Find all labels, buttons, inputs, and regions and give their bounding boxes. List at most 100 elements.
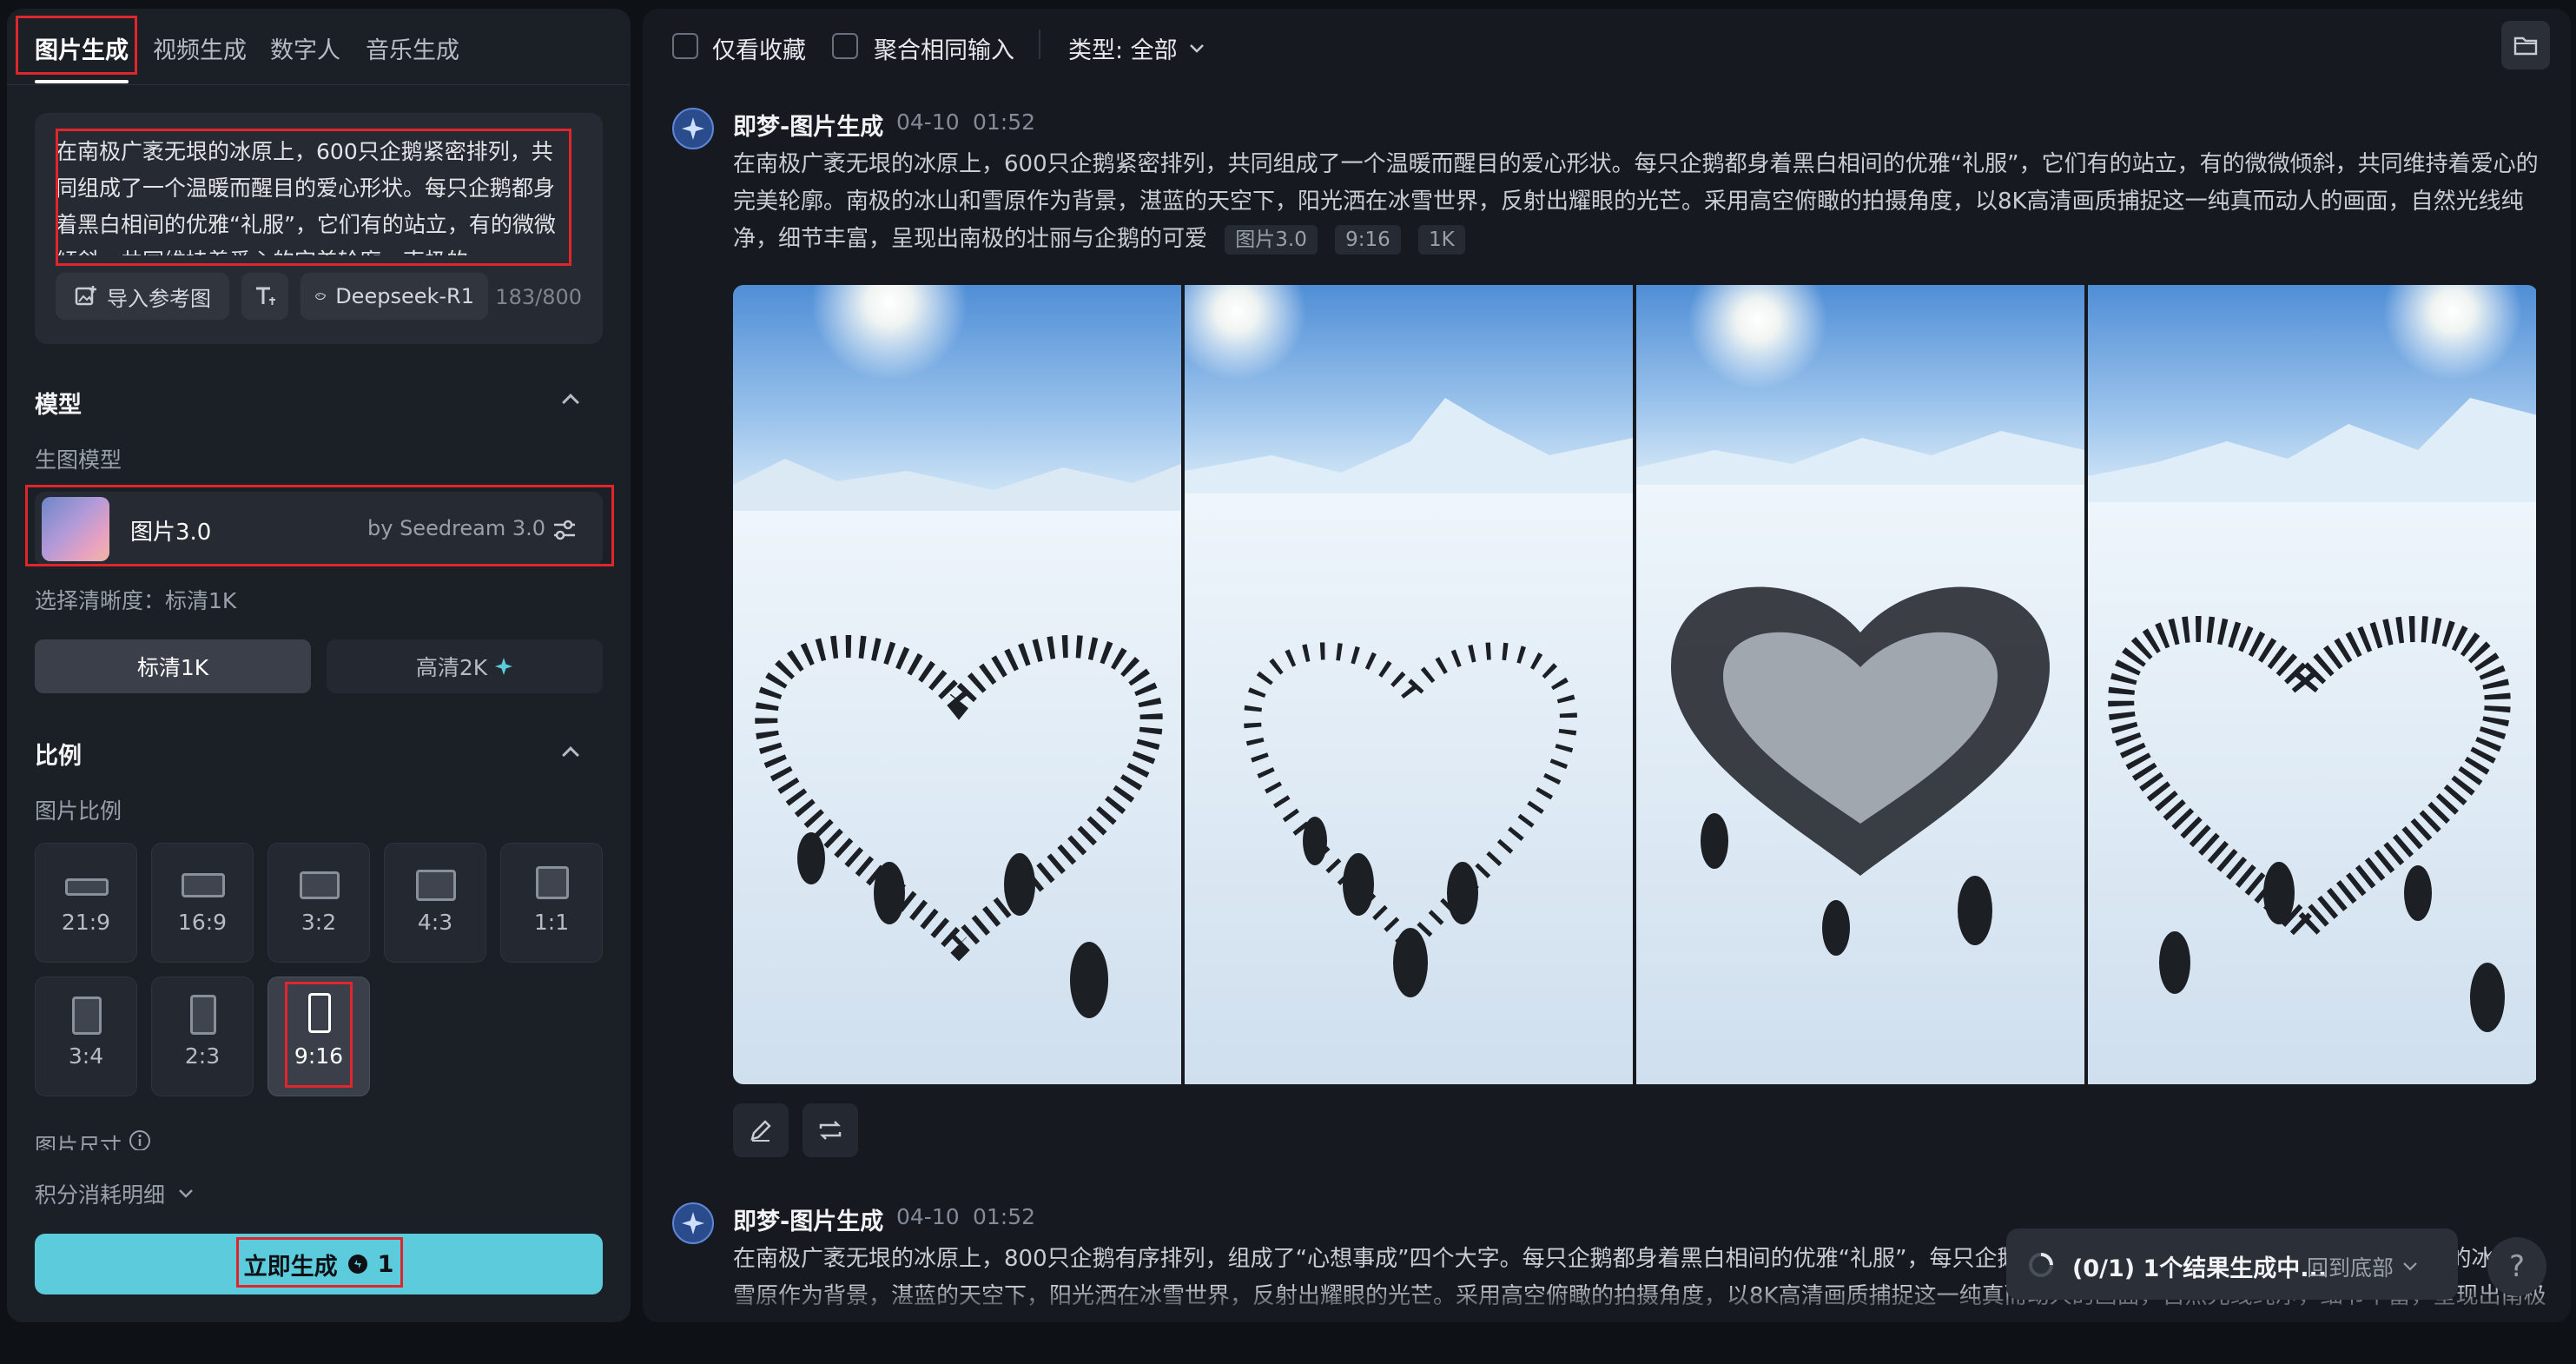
model-selector[interactable]: 图片3.0 by Seedream 3.0 — [35, 492, 603, 566]
prompt-card: 在南极广袤无垠的冰原上，600只企鹅紧密排列，共同组成了一个温暖而醒目的爱心形状… — [35, 113, 603, 344]
favorites-checkbox[interactable] — [672, 33, 698, 59]
ratio-label: 2:3 — [184, 1043, 221, 1069]
deepseek-toggle[interactable]: Deepseek-R1 — [301, 273, 488, 320]
result-image-3[interactable] — [1636, 285, 2084, 1084]
generation-time: 01:52 — [973, 109, 1036, 135]
text-icon — [256, 287, 275, 305]
size-label-row: 图片尺寸 — [35, 1129, 151, 1150]
tab-digital-human[interactable]: 数字人 — [270, 31, 340, 65]
res-1k-button[interactable]: 标清1K — [35, 639, 311, 693]
ratio-shape — [536, 866, 569, 899]
results-panel: 仅看收藏 聚合相同输入 类型: 全部 即梦-图片生成 04-10 01:52 在… — [643, 9, 2571, 1322]
result-image-4[interactable] — [2088, 285, 2536, 1084]
generate-cost: 1 — [377, 1250, 394, 1278]
ratio-label: 3:2 — [301, 910, 337, 935]
tab-underline — [35, 80, 129, 83]
text-style-button[interactable] — [241, 273, 288, 320]
generate-label: 立即生成 — [243, 1253, 338, 1281]
tab-video-gen[interactable]: 视频生成 — [153, 31, 247, 65]
ratio-shape — [72, 997, 102, 1035]
type-filter-label: 类型: 全部 — [1068, 37, 1178, 64]
import-reference-label: 导入参考图 — [107, 286, 211, 311]
tag-resolution: 1K — [1418, 224, 1465, 255]
collapse-model-icon[interactable] — [562, 394, 579, 411]
result-image-1[interactable] — [733, 285, 1181, 1084]
res-2k-label: 高清2K — [415, 655, 488, 680]
credits-label: 积分消耗明细 — [35, 1182, 166, 1208]
sliders-icon[interactable] — [551, 516, 578, 544]
back-to-bottom-label: 回到底部 — [2307, 1255, 2394, 1281]
chevron-down-icon — [2403, 1262, 2417, 1271]
model-thumbnail — [42, 497, 109, 561]
model-name: 图片3.0 — [130, 520, 212, 546]
ratio-subtitle: 图片比例 — [35, 798, 122, 824]
ratio-label: 4:3 — [417, 910, 453, 935]
tab-music-gen[interactable]: 音乐生成 — [366, 31, 459, 65]
chevron-down-icon — [179, 1189, 193, 1198]
ratio-16-9[interactable]: 16:9 — [151, 843, 254, 963]
ratio-4-3[interactable]: 4:3 — [384, 843, 486, 963]
ratio-3-4[interactable]: 3:4 — [35, 977, 137, 1096]
regenerate-button[interactable] — [803, 1103, 858, 1157]
tag-ratio: 9:16 — [1335, 224, 1401, 255]
generation-title: 即梦-图片生成 — [733, 114, 884, 141]
result-images — [733, 285, 2538, 1084]
ratio-shape — [308, 993, 331, 1033]
progress-status: (0/1) 1个结果生成中... 回到底部 — [2006, 1228, 2458, 1300]
back-to-bottom-button[interactable]: 回到底部 — [2307, 1251, 2418, 1282]
ratio-shape — [300, 871, 340, 899]
ratio-3-2[interactable]: 3:2 — [268, 843, 370, 963]
merge-checkbox[interactable] — [832, 33, 858, 59]
help-button[interactable]: ? — [2487, 1237, 2546, 1296]
generation-title: 即梦-图片生成 — [733, 1208, 884, 1235]
info-icon[interactable] — [129, 1129, 151, 1150]
generation-date: 04-10 — [896, 109, 960, 135]
credits-detail[interactable]: 积分消耗明细 — [35, 1178, 195, 1209]
type-filter[interactable]: 类型: 全部 — [1068, 31, 1205, 65]
import-reference-button[interactable]: 导入参考图 — [56, 273, 229, 320]
sparkle-icon — [682, 117, 704, 140]
image-add-icon — [75, 286, 96, 306]
sparkle-icon — [495, 658, 513, 675]
refresh-icon — [819, 1121, 842, 1140]
generate-button[interactable]: 立即生成 1 — [35, 1234, 603, 1294]
ratio-label: 9:16 — [294, 1043, 344, 1069]
pencil-icon — [750, 1120, 771, 1142]
ratio-shape — [190, 995, 216, 1035]
prompt-input[interactable]: 在南极广袤无垠的冰原上，600只企鹅紧密排列，共同组成了一个温暖而醒目的爱心形状… — [56, 134, 559, 255]
progress-text: (0/1) 1个结果生成中... — [2072, 1255, 2328, 1282]
generation-date: 04-10 — [896, 1204, 960, 1229]
model-subtitle: 生图模型 — [35, 447, 122, 473]
tab-image-gen[interactable]: 图片生成 — [35, 31, 129, 65]
ratio-label: 16:9 — [177, 910, 228, 935]
avatar — [672, 108, 714, 149]
ratio-label: 1:1 — [533, 910, 570, 935]
ratio-2-3[interactable]: 2:3 — [151, 977, 254, 1096]
whale-icon — [314, 293, 327, 301]
generation-time: 01:52 — [973, 1204, 1036, 1229]
model-section-title: 模型 — [35, 392, 82, 419]
res-1k-label: 标清1K — [136, 655, 209, 680]
merge-label: 聚合相同输入 — [874, 37, 1014, 64]
ratio-1-1[interactable]: 1:1 — [500, 843, 603, 963]
ratio-9-16[interactable]: 9:16 — [268, 977, 370, 1096]
result-image-2[interactable] — [1185, 285, 1633, 1084]
generation-prompt-text: 在南极广袤无垠的冰原上，600只企鹅紧密排列，共同组成了一个温暖而醒目的爱心形状… — [733, 151, 2539, 252]
loading-spinner-icon — [2029, 1253, 2053, 1277]
resolution-label: 选择清晰度：标清1K — [35, 588, 237, 613]
chevron-down-icon — [1189, 43, 1204, 53]
res-2k-button[interactable]: 高清2K — [327, 639, 603, 693]
ratio-section-title: 比例 — [35, 743, 82, 770]
credit-icon — [347, 1255, 367, 1274]
ratio-shape — [65, 878, 109, 896]
ratio-shape — [182, 873, 225, 897]
ratio-21-9[interactable]: 21:9 — [35, 843, 137, 963]
favorites-label: 仅看收藏 — [712, 37, 806, 64]
toolbar-divider — [1039, 30, 1040, 59]
ratio-shape — [416, 870, 456, 901]
edit-button[interactable] — [733, 1103, 789, 1157]
collapse-ratio-icon[interactable] — [562, 746, 579, 764]
folder-button[interactable] — [2501, 21, 2550, 70]
model-provider: by Seedream 3.0 — [367, 516, 546, 540]
char-count: 183/800 — [495, 285, 582, 309]
